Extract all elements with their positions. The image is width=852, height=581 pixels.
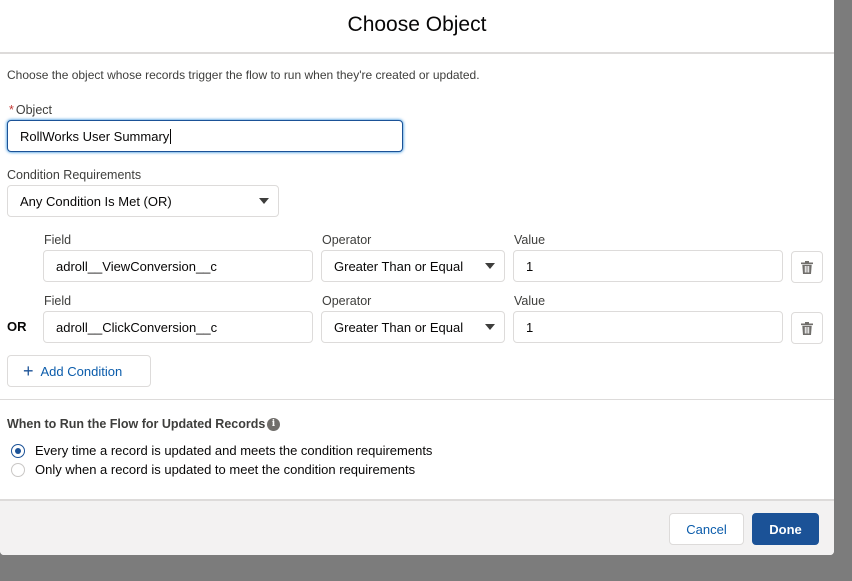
radio-label: Every time a record is updated and meets… (35, 443, 433, 458)
required-marker: * (9, 103, 14, 117)
or-prefix: OR (7, 319, 27, 334)
field-label: Field (44, 294, 72, 308)
operator-label: Operator (322, 294, 372, 308)
value-input-value: 1 (526, 258, 534, 274)
operator-value: Greater Than or Equal (334, 258, 464, 274)
info-icon[interactable]: i (267, 418, 280, 431)
chevron-down-icon (259, 198, 269, 204)
value-input[interactable]: 1 (513, 311, 783, 343)
cancel-button[interactable]: Cancel (669, 513, 744, 545)
operator-select[interactable]: Greater Than or Equal (321, 311, 505, 343)
field-input-value: adroll__ViewConversion__c (56, 258, 217, 274)
operator-select[interactable]: Greater Than or Equal (321, 250, 505, 282)
value-input[interactable]: 1 (513, 250, 783, 282)
value-label: Value (514, 233, 546, 247)
done-button[interactable]: Done (752, 513, 819, 545)
radio-option-only-when[interactable]: Only when a record is updated to meet th… (11, 462, 415, 477)
field-label: Field (44, 233, 72, 247)
operator-label: Operator (322, 233, 372, 247)
field-input[interactable]: adroll__ViewConversion__c (43, 250, 313, 282)
object-label: * Object (9, 103, 52, 117)
modal-footer: Cancel Done (0, 499, 834, 555)
trash-icon (801, 260, 813, 274)
section-divider (0, 399, 834, 400)
delete-condition-button[interactable] (791, 312, 823, 344)
run-section-title: When to Run the Flow for Updated Records (7, 417, 266, 431)
modal-title: Choose Object (347, 13, 487, 36)
add-condition-label: Add Condition (40, 363, 123, 379)
choose-object-modal: Choose Object Choose the object whose re… (0, 0, 834, 555)
delete-condition-button[interactable] (791, 251, 823, 283)
object-label-text: Object (15, 103, 53, 117)
chevron-down-icon (485, 324, 495, 330)
plus-icon: + (23, 361, 34, 381)
operator-value: Greater Than or Equal (334, 319, 464, 335)
radio-label: Only when a record is updated to meet th… (35, 462, 416, 477)
modal-description: Choose the object whose records trigger … (7, 68, 480, 82)
modal-header: Choose Object (0, 0, 834, 54)
object-input-value: RollWorks User Summary (20, 128, 170, 144)
text-cursor (170, 128, 172, 144)
field-input[interactable]: adroll__ClickConversion__c (43, 311, 313, 343)
chevron-down-icon (485, 263, 495, 269)
value-input-value: 1 (526, 319, 534, 335)
field-input-value: adroll__ClickConversion__c (56, 319, 218, 335)
add-condition-button[interactable]: + Add Condition (7, 355, 151, 387)
trash-icon (801, 321, 813, 335)
object-input[interactable]: RollWorks User Summary (7, 120, 403, 152)
condition-requirements-label: Condition Requirements (7, 168, 142, 182)
radio-dot (15, 447, 21, 454)
radio-button[interactable] (11, 462, 25, 477)
radio-option-every-time[interactable]: Every time a record is updated and meets… (11, 443, 432, 458)
radio-button-selected[interactable] (11, 443, 25, 458)
condition-requirements-value: Any Condition Is Met (OR) (20, 193, 172, 209)
condition-requirements-select[interactable]: Any Condition Is Met (OR) (7, 185, 279, 217)
value-label: Value (514, 294, 546, 308)
